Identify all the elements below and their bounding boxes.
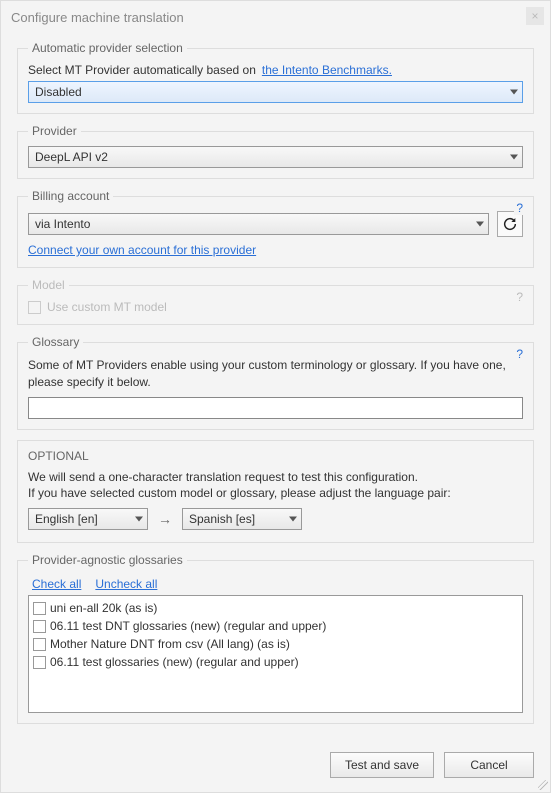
legend-glossary: Glossary xyxy=(28,335,83,349)
close-button[interactable]: × xyxy=(526,7,544,25)
chevron-down-icon xyxy=(510,90,518,95)
source-lang-selected: English [en] xyxy=(35,512,98,526)
check-all-link[interactable]: Check all xyxy=(32,577,81,591)
help-icon: ? xyxy=(514,290,525,304)
list-item[interactable]: Mother Nature DNT from csv (All lang) (a… xyxy=(33,635,518,653)
glossary-item-label: uni en-all 20k (as is) xyxy=(50,601,157,615)
button-bar: Test and save Cancel xyxy=(1,742,550,792)
group-provider: Provider DeepL API v2 xyxy=(17,124,534,179)
glossary-item-checkbox[interactable] xyxy=(33,602,46,615)
provider-select[interactable]: DeepL API v2 xyxy=(28,146,523,168)
group-optional: OPTIONAL We will send a one-character tr… xyxy=(17,440,534,544)
billing-selected: via Intento xyxy=(35,217,90,231)
glossary-item-checkbox[interactable] xyxy=(33,656,46,669)
resize-grip[interactable] xyxy=(538,780,548,790)
group-pa-glossaries: Provider-agnostic glossaries Check all U… xyxy=(17,553,534,724)
optional-header: OPTIONAL xyxy=(28,449,523,463)
group-auto-provider: Automatic provider selection Select MT P… xyxy=(17,41,534,114)
target-lang-select[interactable]: Spanish [es] xyxy=(182,508,302,530)
billing-select[interactable]: via Intento xyxy=(28,213,489,235)
glossary-item-label: 06.11 test DNT glossaries (new) (regular… xyxy=(50,619,326,633)
list-item[interactable]: 06.11 test glossaries (new) (regular and… xyxy=(33,653,518,671)
group-model: Model ? Use custom MT model xyxy=(17,278,534,325)
help-icon[interactable]: ? xyxy=(514,201,525,215)
glossary-item-checkbox[interactable] xyxy=(33,638,46,651)
glossary-item-label: 06.11 test glossaries (new) (regular and… xyxy=(50,655,299,669)
list-item[interactable]: 06.11 test DNT glossaries (new) (regular… xyxy=(33,617,518,635)
glossary-desc: Some of MT Providers enable using your c… xyxy=(28,357,523,391)
list-item[interactable]: uni en-all 20k (as is) xyxy=(33,599,518,617)
auto-provider-label: Select MT Provider automatically based o… xyxy=(28,63,256,77)
connect-account-link[interactable]: Connect your own account for this provid… xyxy=(28,243,256,257)
lang-pair-row: English [en] → Spanish [es] xyxy=(28,508,523,530)
refresh-icon xyxy=(502,216,518,232)
legend-auto-provider: Automatic provider selection xyxy=(28,41,187,55)
test-and-save-label: Test and save xyxy=(345,758,419,772)
uncheck-all-link[interactable]: Uncheck all xyxy=(95,577,157,591)
legend-billing: Billing account xyxy=(28,189,113,203)
dialog-window: Configure machine translation × Automati… xyxy=(0,0,551,793)
source-lang-select[interactable]: English [en] xyxy=(28,508,148,530)
glossary-item-checkbox[interactable] xyxy=(33,620,46,633)
custom-model-label: Use custom MT model xyxy=(47,300,167,314)
group-glossary: Glossary ? Some of MT Providers enable u… xyxy=(17,335,534,430)
auto-provider-selected: Disabled xyxy=(35,85,82,99)
legend-pa-glossaries: Provider-agnostic glossaries xyxy=(28,553,187,567)
chevron-down-icon xyxy=(476,222,484,227)
target-lang-selected: Spanish [es] xyxy=(189,512,255,526)
auto-provider-label-row: Select MT Provider automatically based o… xyxy=(28,63,523,77)
benchmarks-link[interactable]: the Intento Benchmarks. xyxy=(262,63,392,77)
arrow-right-icon: → xyxy=(154,511,176,527)
chevron-down-icon xyxy=(289,517,297,522)
glossary-item-label: Mother Nature DNT from csv (All lang) (a… xyxy=(50,637,290,651)
custom-model-checkbox-row: Use custom MT model xyxy=(28,300,523,314)
optional-line2: If you have selected custom model or glo… xyxy=(28,485,523,502)
group-billing: Billing account ? via Intento Connect yo… xyxy=(17,189,534,268)
glossary-listbox[interactable]: uni en-all 20k (as is) 06.11 test DNT gl… xyxy=(28,595,523,713)
cancel-button[interactable]: Cancel xyxy=(444,752,534,778)
chevron-down-icon xyxy=(510,155,518,160)
titlebar: Configure machine translation × xyxy=(1,1,550,33)
chevron-down-icon xyxy=(135,517,143,522)
cancel-label: Cancel xyxy=(470,758,507,772)
provider-selected: DeepL API v2 xyxy=(35,150,108,164)
custom-model-checkbox xyxy=(28,301,41,314)
help-icon[interactable]: ? xyxy=(514,347,525,361)
legend-provider: Provider xyxy=(28,124,81,138)
test-and-save-button[interactable]: Test and save xyxy=(330,752,434,778)
glossary-input[interactable] xyxy=(28,397,523,419)
legend-model: Model xyxy=(28,278,69,292)
auto-provider-select[interactable]: Disabled xyxy=(28,81,523,103)
optional-line1: We will send a one-character translation… xyxy=(28,469,523,486)
dialog-content: Automatic provider selection Select MT P… xyxy=(1,33,550,742)
window-title: Configure machine translation xyxy=(11,10,184,25)
